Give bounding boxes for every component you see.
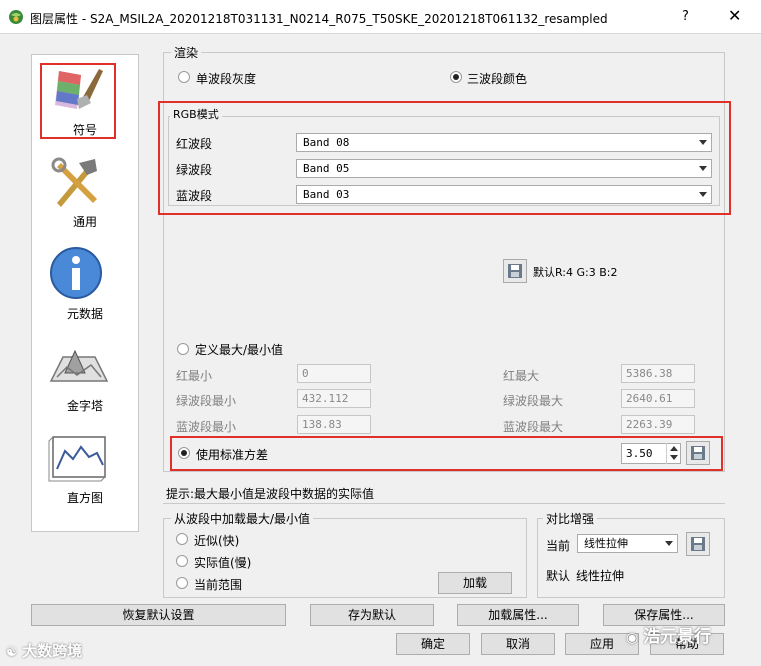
watermark-right: ◉ 浩元景行 <box>626 622 711 647</box>
nav-label-histogram: 直方图 <box>66 491 103 505</box>
nav-label-pyramids: 金字塔 <box>66 399 103 413</box>
green-min-label: 绿波段最小 <box>176 394 237 408</box>
blue-min-input[interactable]: 138.83 <box>297 415 371 434</box>
single-band-label: 单波段灰度 <box>196 72 257 86</box>
pyramid-map-icon <box>49 349 109 382</box>
actual-label: 实际值(慢) <box>194 556 252 570</box>
close-button[interactable]: ✕ <box>728 6 741 25</box>
contrast-title: 对比增强 <box>543 510 598 527</box>
chevron-down-icon <box>665 541 673 546</box>
custom-minmax-label: 定义最大/最小值 <box>195 343 284 357</box>
contrast-default-value: 线性拉伸 <box>576 569 625 583</box>
watermark-left-text: 大数跨境 <box>22 642 83 660</box>
nav-item-metadata[interactable]: 元数据 <box>32 239 138 331</box>
green-band-value: Band 05 <box>303 162 350 175</box>
highlight-symbology <box>40 63 116 139</box>
help-title-button[interactable]: ? <box>682 9 689 24</box>
watermark-left: ☯ 大数跨境 <box>6 640 82 661</box>
green-min-input[interactable]: 432.112 <box>297 389 371 408</box>
qgis-app-icon <box>9 10 23 24</box>
green-band-label: 绿波段 <box>176 163 213 177</box>
wechat-icon: ◉ <box>626 630 644 646</box>
tools-icon <box>51 157 97 207</box>
spin-arrows-icon[interactable] <box>666 443 680 464</box>
divider <box>163 503 725 504</box>
restore-default-button[interactable]: 恢复默认设置 <box>31 604 286 626</box>
contrast-save-button[interactable] <box>686 532 710 556</box>
chevron-down-icon <box>699 140 707 145</box>
three-band-radio[interactable] <box>450 71 462 83</box>
red-max-label: 红最大 <box>503 369 540 383</box>
contrast-current-value: 线性拉伸 <box>584 537 628 550</box>
blue-min-label: 蓝波段最小 <box>176 420 237 434</box>
watermark-right-text: 浩元景行 <box>643 627 712 647</box>
save-icon <box>691 446 705 460</box>
title-bar: 图层属性 - S2A_MSIL2A_20201218T031131_N0214_… <box>0 0 761 34</box>
contrast-current-select[interactable]: 线性拉伸 <box>577 534 678 553</box>
save-icon <box>691 537 705 551</box>
current-extent-label: 当前范围 <box>194 578 243 592</box>
actual-radio[interactable] <box>176 555 188 567</box>
single-band-radio[interactable] <box>178 71 190 83</box>
blue-band-label: 蓝波段 <box>176 189 213 203</box>
load-button[interactable]: 加载 <box>438 572 512 594</box>
nav-label-metadata: 元数据 <box>66 307 103 321</box>
nav-item-general[interactable]: 通用 <box>32 147 138 239</box>
red-band-label: 红波段 <box>176 137 213 151</box>
blue-band-value: Band 03 <box>303 188 350 201</box>
nav-item-pyramids[interactable]: 金字塔 <box>32 331 138 423</box>
contrast-current-label: 当前 <box>546 539 571 553</box>
hint-text: 提示:最大最小值是波段中数据的实际值 <box>166 487 375 501</box>
histogram-icon <box>48 436 106 482</box>
info-icon <box>50 247 102 299</box>
cancel-button[interactable]: 取消 <box>481 633 555 655</box>
std-dev-spinbox[interactable]: 3.50 <box>621 443 681 464</box>
custom-minmax-radio[interactable] <box>177 343 189 355</box>
load-style-button[interactable]: 加载属性... <box>457 604 579 626</box>
blue-band-select[interactable]: Band 03 <box>296 185 712 204</box>
contrast-group <box>537 518 725 598</box>
green-max-input[interactable]: 2640.61 <box>621 389 695 408</box>
save-as-default-button[interactable]: 存为默认 <box>310 604 434 626</box>
chevron-down-icon <box>699 192 707 197</box>
blue-max-label: 蓝波段最大 <box>503 420 564 434</box>
red-max-input[interactable]: 5386.38 <box>621 364 695 383</box>
render-group-title: 渲染 <box>171 44 202 61</box>
blue-max-input[interactable]: 2263.39 <box>621 415 695 434</box>
std-dev-radio[interactable] <box>178 447 190 459</box>
green-band-select[interactable]: Band 05 <box>296 159 712 178</box>
std-dev-label: 使用标准方差 <box>196 448 269 462</box>
default-rgb-save-button[interactable] <box>503 259 527 283</box>
red-min-input[interactable]: 0 <box>297 364 371 383</box>
current-extent-radio[interactable] <box>176 577 188 589</box>
green-max-label: 绿波段最大 <box>503 394 564 408</box>
approx-label: 近似(快) <box>194 534 240 548</box>
load-minmax-title: 从波段中加载最大/最小值 <box>171 510 314 527</box>
std-dev-save-button[interactable] <box>686 441 710 465</box>
watermark-logo-icon: ☯ <box>6 645 23 660</box>
approx-radio[interactable] <box>176 533 188 545</box>
red-band-value: Band 08 <box>303 136 350 149</box>
chevron-down-icon <box>699 166 707 171</box>
ok-button[interactable]: 确定 <box>396 633 470 655</box>
red-min-label: 红最小 <box>176 369 213 383</box>
contrast-default-label: 默认 <box>546 569 571 583</box>
default-rgb-label: 默认R:4 G:3 B:2 <box>533 266 618 279</box>
nav-label-general: 通用 <box>72 215 97 229</box>
three-band-label: 三波段颜色 <box>467 72 528 86</box>
nav-item-histogram[interactable]: 直方图 <box>32 423 138 515</box>
std-dev-value: 3.50 <box>626 447 653 460</box>
window-title: 图层属性 - S2A_MSIL2A_20201218T031131_N0214_… <box>30 12 608 26</box>
save-icon <box>508 264 522 278</box>
red-band-select[interactable]: Band 08 <box>296 133 712 152</box>
